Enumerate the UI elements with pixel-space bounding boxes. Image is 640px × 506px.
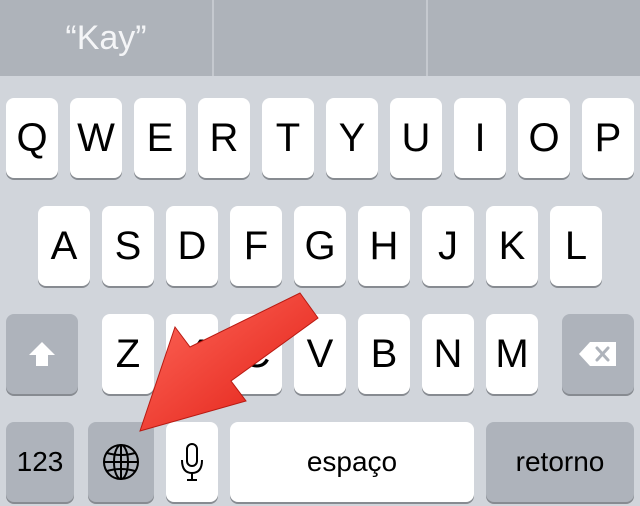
key-o[interactable]: O xyxy=(518,98,570,178)
key-j[interactable]: J xyxy=(422,206,474,286)
key-label: Z xyxy=(115,331,141,376)
key-l[interactable]: L xyxy=(550,206,602,286)
key-e[interactable]: E xyxy=(134,98,186,178)
key-label: L xyxy=(564,223,588,268)
key-m[interactable]: M xyxy=(486,314,538,394)
globe-icon xyxy=(101,442,141,482)
key-u[interactable]: U xyxy=(390,98,442,178)
suggestion-1[interactable]: “Kay” xyxy=(0,0,212,76)
key-q[interactable]: Q xyxy=(6,98,58,178)
key-label: G xyxy=(304,223,336,268)
key-x[interactable]: X xyxy=(166,314,218,394)
key-b[interactable]: B xyxy=(358,314,410,394)
key-label: M xyxy=(495,331,529,376)
return-key[interactable]: retorno xyxy=(486,422,634,502)
key-label: O xyxy=(528,115,560,160)
key-label: U xyxy=(401,115,431,160)
key-label: K xyxy=(498,223,526,268)
key-label: T xyxy=(275,115,301,160)
key-label: Q xyxy=(16,115,48,160)
key-h[interactable]: H xyxy=(358,206,410,286)
globe-key[interactable] xyxy=(88,422,154,502)
key-label: A xyxy=(50,223,78,268)
space-bar-label: espaço xyxy=(306,446,398,477)
key-label: Y xyxy=(338,115,366,160)
backspace-key[interactable] xyxy=(562,314,634,394)
key-label: P xyxy=(594,115,622,160)
key-v[interactable]: V xyxy=(294,314,346,394)
suggestion-bar: “Kay” xyxy=(0,0,640,76)
key-y[interactable]: Y xyxy=(326,98,378,178)
suggestion-2[interactable] xyxy=(214,0,426,76)
key-label: W xyxy=(77,115,115,160)
key-k[interactable]: K xyxy=(486,206,538,286)
key-i[interactable]: I xyxy=(454,98,506,178)
key-p[interactable]: P xyxy=(582,98,634,178)
keyboard: Q W E R T Y U I O P A S D F G H J K L Z … xyxy=(0,76,640,506)
key-label: R xyxy=(209,115,239,160)
key-label: S xyxy=(114,223,142,268)
suggestion-1-label: “Kay” xyxy=(65,18,147,57)
key-d[interactable]: D xyxy=(166,206,218,286)
key-w[interactable]: W xyxy=(70,98,122,178)
shift-key[interactable] xyxy=(6,314,78,394)
key-z[interactable]: Z xyxy=(102,314,154,394)
key-g[interactable]: G xyxy=(294,206,346,286)
shift-arrow-icon xyxy=(27,340,57,368)
numbers-key-label: 123 xyxy=(16,446,64,477)
key-label: E xyxy=(146,115,174,160)
key-label: N xyxy=(433,331,463,376)
microphone-icon xyxy=(179,442,205,482)
key-label: D xyxy=(177,223,207,268)
key-f[interactable]: F xyxy=(230,206,282,286)
key-label: V xyxy=(306,331,334,376)
suggestion-3[interactable] xyxy=(428,0,640,76)
dictation-key[interactable] xyxy=(166,422,218,502)
backspace-icon xyxy=(578,341,618,367)
key-label: B xyxy=(370,331,398,376)
key-label: H xyxy=(369,223,399,268)
key-label: C xyxy=(241,331,271,376)
key-label: J xyxy=(438,223,458,268)
return-key-label: retorno xyxy=(515,446,605,477)
key-t[interactable]: T xyxy=(262,98,314,178)
key-label: F xyxy=(243,223,269,268)
key-label: X xyxy=(178,331,206,376)
key-a[interactable]: A xyxy=(38,206,90,286)
key-s[interactable]: S xyxy=(102,206,154,286)
space-bar[interactable]: espaço xyxy=(230,422,474,502)
key-n[interactable]: N xyxy=(422,314,474,394)
key-c[interactable]: C xyxy=(230,314,282,394)
key-label: I xyxy=(474,115,486,160)
numbers-key[interactable]: 123 xyxy=(6,422,74,502)
key-r[interactable]: R xyxy=(198,98,250,178)
